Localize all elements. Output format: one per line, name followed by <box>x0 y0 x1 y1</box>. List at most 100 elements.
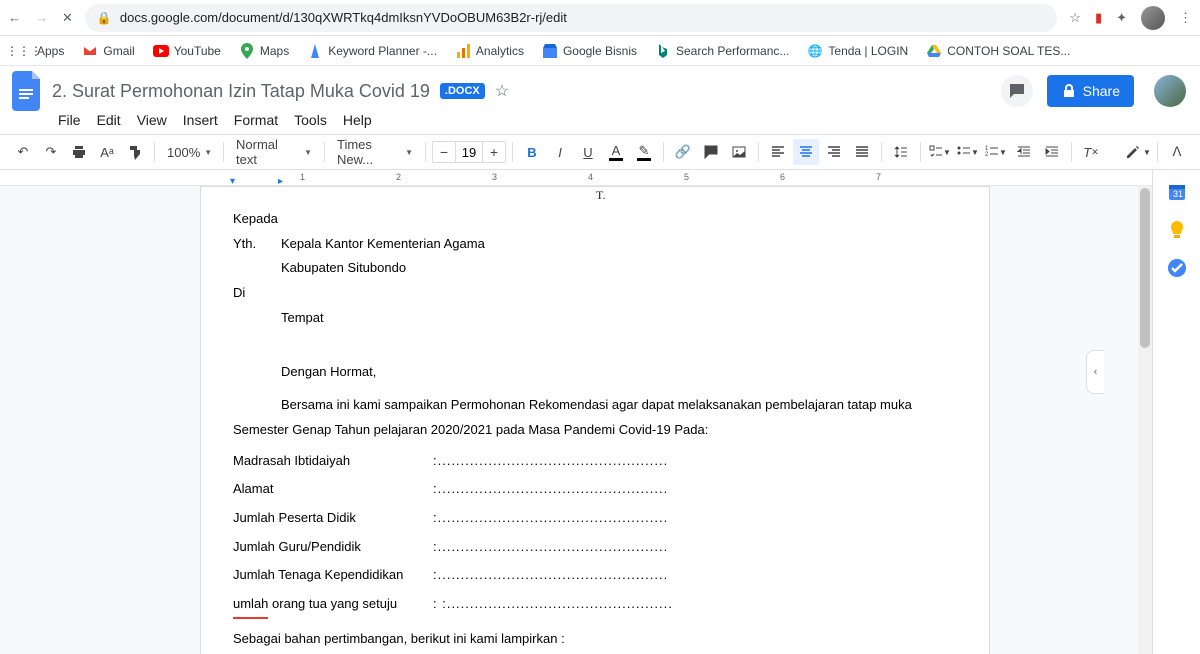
docx-badge: .DOCX <box>440 83 485 99</box>
menu-bar: File Edit View Insert Format Tools Help <box>0 110 1200 134</box>
bookmark-youtube[interactable]: YouTube <box>147 40 227 62</box>
italic-button[interactable]: I <box>547 139 573 165</box>
share-button[interactable]: Share <box>1047 75 1134 107</box>
align-left-button[interactable] <box>765 139 791 165</box>
text-body1: Bersama ini kami sampaikan Permohonan Re… <box>281 393 917 418</box>
undo-button[interactable]: ↶ <box>10 139 36 165</box>
svg-text:2: 2 <box>985 152 989 158</box>
lock-icon: 🔒 <box>97 11 112 25</box>
text-tempat: Tempat <box>281 306 917 331</box>
star-icon[interactable]: ☆ <box>495 81 509 101</box>
font-size-control: − + <box>432 141 506 163</box>
extensions-icon[interactable]: ✦ <box>1116 10 1127 26</box>
bookmark-analytics[interactable]: Analytics <box>449 40 530 62</box>
browser-toolbar: ← → ✕ 🔒 docs.google.com/document/d/130qX… <box>0 0 1200 36</box>
field-label: umlah orang tua yang setuju <box>233 592 433 619</box>
align-center-button[interactable] <box>793 139 819 165</box>
collapse-toolbar-button[interactable]: ᐱ <box>1164 139 1190 165</box>
business-icon <box>542 43 558 59</box>
horizontal-ruler[interactable]: ▾ ▸ 1 2 3 4 5 6 7 <box>0 170 1152 186</box>
user-avatar[interactable] <box>1154 75 1186 107</box>
bing-icon <box>655 43 671 59</box>
fields-block: Madrasah Ibtidaiyah:....................… <box>233 449 917 619</box>
insert-image-button[interactable] <box>726 139 752 165</box>
globe-icon: 🌐 <box>807 43 823 59</box>
bookmark-keyword[interactable]: Keyword Planner -... <box>301 40 443 62</box>
text-kepada: Kepada <box>233 207 917 232</box>
font-dropdown[interactable]: Times New...▼ <box>331 137 419 167</box>
paint-format-button[interactable] <box>122 139 148 165</box>
maps-icon <box>239 43 255 59</box>
field-label: Madrasah Ibtidaiyah <box>233 449 433 474</box>
numbered-button[interactable]: 12▼ <box>983 139 1009 165</box>
bullets-button[interactable]: ▼ <box>955 139 981 165</box>
document-area: ▾ ▸ 1 2 3 4 5 6 7 T. Kepada Yth.Kepala K… <box>0 170 1152 654</box>
url-text: docs.google.com/document/d/130qXWRTkq4dm… <box>120 10 567 25</box>
bookmark-contoh[interactable]: CONTOH SOAL TES... <box>920 40 1076 62</box>
side-panel-toggle[interactable]: ‹ <box>1086 350 1104 394</box>
menu-file[interactable]: File <box>52 110 87 130</box>
document-page[interactable]: Kepada Yth.Kepala Kantor Kementerian Aga… <box>200 186 990 654</box>
align-right-button[interactable] <box>821 139 847 165</box>
address-bar[interactable]: 🔒 docs.google.com/document/d/130qXWRTkq4… <box>85 4 1057 32</box>
menu-insert[interactable]: Insert <box>177 110 224 130</box>
scrollbar-thumb[interactable] <box>1140 188 1150 348</box>
align-justify-button[interactable] <box>849 139 875 165</box>
checklist-button[interactable]: ▼ <box>927 139 953 165</box>
menu-view[interactable]: View <box>131 110 173 130</box>
bold-button[interactable]: B <box>519 139 545 165</box>
calendar-icon[interactable]: 31 <box>1167 182 1187 202</box>
apps-shortcut[interactable]: ⋮⋮⋮Apps <box>10 40 70 62</box>
add-comment-button[interactable] <box>698 139 724 165</box>
comments-button[interactable] <box>1001 75 1033 107</box>
bookmarks-bar: ⋮⋮⋮Apps Gmail YouTube Maps Keyword Plann… <box>0 36 1200 66</box>
bookmark-search[interactable]: Search Performanc... <box>649 40 795 62</box>
zoom-dropdown[interactable]: 100%▼ <box>161 145 217 160</box>
insert-link-button[interactable]: 🔗 <box>670 139 696 165</box>
clear-formatting-button[interactable]: T✕ <box>1078 139 1104 165</box>
cursor-mark: T. <box>596 188 605 203</box>
bookmark-star-icon[interactable]: ☆ <box>1069 10 1081 26</box>
indent-increase-button[interactable] <box>1039 139 1065 165</box>
back-button[interactable]: ← <box>8 10 21 25</box>
field-label: Jumlah Tenaga Kependidikan <box>233 563 433 588</box>
keep-icon[interactable] <box>1167 220 1187 240</box>
docs-logo[interactable] <box>8 71 48 111</box>
tasks-icon[interactable] <box>1167 258 1187 278</box>
print-button[interactable] <box>66 139 92 165</box>
bookmark-gmail[interactable]: Gmail <box>76 40 140 62</box>
docs-header: 2. Surat Permohonan Izin Tatap Muka Covi… <box>0 66 1200 110</box>
profile-avatar[interactable] <box>1141 6 1165 30</box>
redo-button[interactable]: ↷ <box>38 139 64 165</box>
menu-help[interactable]: Help <box>337 110 378 130</box>
left-indent-marker[interactable]: ▾ <box>230 176 235 187</box>
indent-decrease-button[interactable] <box>1011 139 1037 165</box>
bookmark-tenda[interactable]: 🌐Tenda | LOGIN <box>801 40 914 62</box>
font-size-increase[interactable]: + <box>483 142 505 162</box>
text-tujuan1: Kepala Kantor Kementerian Agama <box>281 232 485 257</box>
extension-icon[interactable]: ▮ <box>1095 10 1102 26</box>
underline-button[interactable]: U <box>575 139 601 165</box>
ads-icon <box>307 43 323 59</box>
menu-edit[interactable]: Edit <box>91 110 127 130</box>
line-spacing-button[interactable] <box>888 139 914 165</box>
field-label: Jumlah Peserta Didik <box>233 506 433 531</box>
font-size-input[interactable] <box>455 142 483 162</box>
first-line-indent-marker[interactable]: ▸ <box>278 176 283 187</box>
document-title[interactable]: 2. Surat Permohonan Izin Tatap Muka Covi… <box>52 81 430 102</box>
bookmark-bisnis[interactable]: Google Bisnis <box>536 40 643 62</box>
editing-mode-button[interactable]: ▼ <box>1125 139 1151 165</box>
stop-button[interactable]: ✕ <box>62 10 73 26</box>
menu-format[interactable]: Format <box>228 110 284 130</box>
vertical-scrollbar[interactable] <box>1138 186 1152 654</box>
font-size-decrease[interactable]: − <box>433 142 455 162</box>
highlight-button[interactable]: ✎ <box>631 139 657 165</box>
gmail-icon <box>82 43 98 59</box>
browser-menu-icon[interactable]: ⋮ <box>1179 10 1192 26</box>
text-color-button[interactable]: A <box>603 139 629 165</box>
spellcheck-button[interactable]: Aᵃ <box>94 139 120 165</box>
formatting-toolbar: ↶ ↷ Aᵃ 100%▼ Normal text▼ Times New...▼ … <box>0 134 1200 170</box>
style-dropdown[interactable]: Normal text▼ <box>230 137 318 167</box>
menu-tools[interactable]: Tools <box>288 110 333 130</box>
bookmark-maps[interactable]: Maps <box>233 40 295 62</box>
